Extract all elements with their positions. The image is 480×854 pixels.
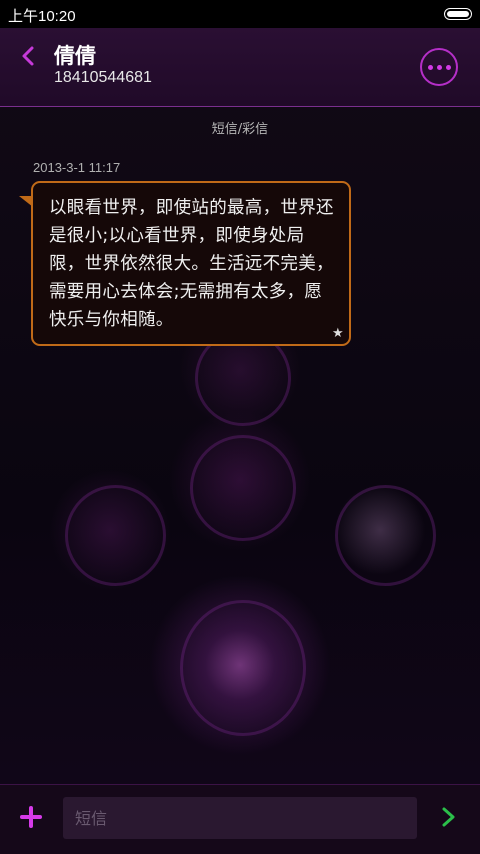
chevron-left-icon[interactable] [14, 42, 42, 70]
send-arrow-icon[interactable] [440, 806, 458, 828]
message-bubble[interactable]: 以眼看世界，即使站的最高，世界还是很小;以心看世界，即使身处局限，世界依然很大。… [31, 181, 351, 346]
message-type-label: 短信/彩信 [211, 122, 269, 137]
wallpaper-ring [180, 600, 306, 736]
plus-icon[interactable] [18, 804, 44, 830]
star-icon: ★ [332, 326, 344, 341]
wallpaper-ring [335, 485, 436, 586]
composer-bar [0, 784, 480, 854]
conversation-header: 倩倩 18410544681 [0, 28, 480, 107]
message-timestamp: 2013-3-1 11:17 [33, 160, 121, 175]
wallpaper-ring [190, 435, 296, 541]
status-time: 上午10:20 [8, 8, 76, 25]
wallpaper-ring [65, 485, 166, 586]
contact-phone: 18410544681 [54, 69, 152, 86]
message-input[interactable] [63, 797, 417, 839]
contact-name: 倩倩 [54, 44, 96, 68]
more-dots-icon[interactable] [420, 48, 458, 86]
status-bar: 上午10:20 [0, 0, 480, 28]
battery-icon [444, 8, 472, 20]
